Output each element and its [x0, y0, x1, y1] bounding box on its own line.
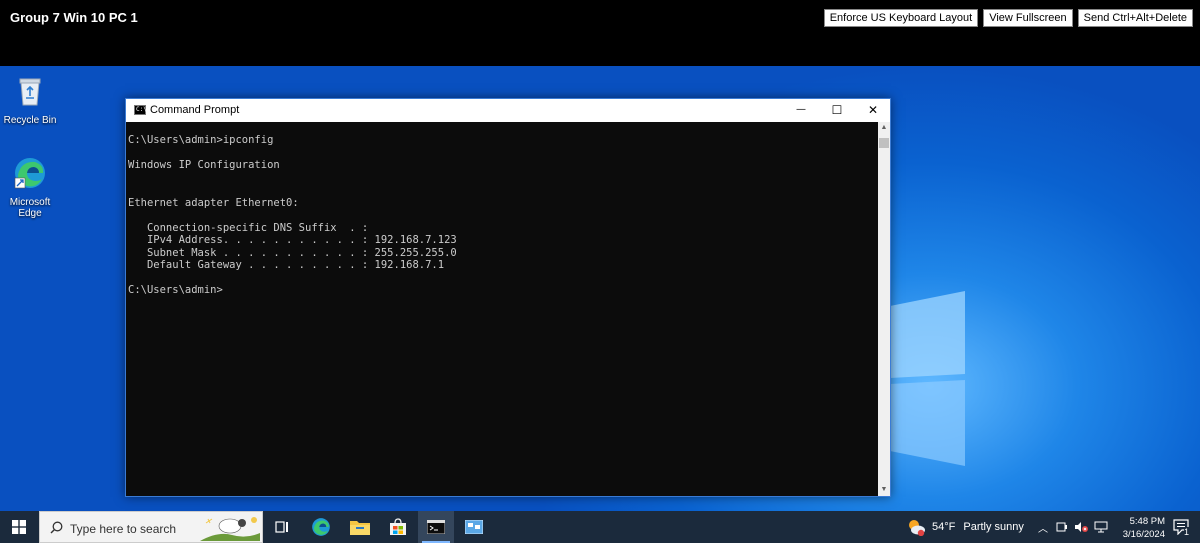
taskbar-file-explorer-button[interactable]: [342, 511, 378, 543]
windows-start-icon: [12, 520, 26, 534]
desktop-icon-microsoft-edge[interactable]: Microsoft Edge: [0, 156, 60, 219]
window-title: Command Prompt: [150, 104, 240, 116]
weather-temperature: 54°F: [932, 521, 956, 533]
minimize-button[interactable]: —: [784, 99, 818, 122]
store-icon: [390, 518, 406, 535]
maximize-button[interactable]: ☐: [820, 99, 854, 122]
folder-icon: [350, 521, 370, 535]
notification-center-button[interactable]: 1: [1166, 511, 1196, 543]
scroll-down-arrow-icon[interactable]: ▼: [878, 484, 890, 496]
taskbar-network-app-button[interactable]: [456, 511, 492, 543]
send-ctrl-alt-delete-button[interactable]: Send Ctrl+Alt+Delete: [1077, 9, 1193, 27]
taskbar-edge-button[interactable]: [303, 511, 339, 543]
network-icon: [1094, 521, 1108, 533]
clock-time: 5:48 PM: [1129, 516, 1165, 527]
task-view-button[interactable]: [266, 511, 298, 543]
search-placeholder: Type here to search: [70, 522, 177, 536]
desktop[interactable]: Recycle Bin Microsoft Edge C:\ Command P…: [0, 66, 1200, 511]
close-button[interactable]: ✕: [856, 99, 890, 122]
edge-icon: [312, 518, 330, 536]
command-prompt-icon: C:\: [134, 105, 147, 115]
recycle-bin-icon: [19, 78, 41, 106]
vm-title: Group 7 Win 10 PC 1: [10, 10, 138, 25]
edge-icon: [14, 158, 45, 189]
partly-sunny-icon: [909, 520, 925, 536]
weather-widget[interactable]: 54°F Partly sunny: [906, 511, 1024, 543]
notification-badge: 1: [1184, 527, 1190, 537]
enforce-keyboard-button[interactable]: Enforce US Keyboard Layout: [823, 9, 979, 27]
desktop-icon-label: Microsoft Edge: [9, 197, 51, 219]
chevron-up-icon: ︿: [1038, 523, 1048, 535]
search-icon: [50, 521, 63, 534]
task-view-icon: [275, 521, 288, 533]
start-button[interactable]: [0, 511, 38, 543]
command-prompt-icon: [427, 520, 445, 534]
tray-device-button[interactable]: [1054, 511, 1070, 543]
network-app-icon: [465, 520, 483, 534]
scrollbar-thumb[interactable]: [879, 138, 889, 148]
vm-button-group: Enforce US Keyboard Layout View Fullscre…: [823, 9, 1193, 27]
console-output[interactable]: C:\Users\admin>ipconfig Windows IP Confi…: [126, 122, 878, 496]
view-fullscreen-button[interactable]: View Fullscreen: [983, 9, 1073, 27]
tray-network-button[interactable]: [1092, 511, 1110, 543]
vm-toolbar: Group 7 Win 10 PC 1 Enforce US Keyboard …: [0, 0, 1200, 66]
volume-muted-icon: [1075, 522, 1088, 532]
weather-condition: Partly sunny: [963, 521, 1024, 533]
taskbar: Type here to search 54°F Partly sunny ︿ …: [0, 511, 1200, 543]
command-prompt-window[interactable]: C:\ Command Prompt — ☐ ✕ C:\Users\admin>…: [125, 98, 891, 497]
search-highlight-icon: [200, 517, 260, 541]
show-hidden-icons-button[interactable]: ︿: [1036, 511, 1050, 543]
taskbar-clock[interactable]: 5:48 PM 3/16/2024: [1123, 515, 1165, 541]
clock-date: 3/16/2024: [1122, 529, 1165, 540]
scroll-up-arrow-icon[interactable]: ▲: [878, 122, 890, 134]
tray-volume-button[interactable]: [1072, 511, 1090, 543]
taskbar-store-button[interactable]: [380, 511, 416, 543]
desktop-icon-recycle-bin[interactable]: Recycle Bin: [0, 74, 60, 126]
taskbar-command-prompt-button[interactable]: [418, 511, 454, 543]
window-titlebar[interactable]: C:\ Command Prompt — ☐ ✕: [126, 99, 890, 122]
vertical-scrollbar[interactable]: ▲ ▼: [878, 122, 890, 496]
device-icon: [1056, 522, 1067, 532]
taskbar-search-box[interactable]: Type here to search: [39, 511, 263, 543]
desktop-icon-label: Recycle Bin: [3, 115, 57, 126]
